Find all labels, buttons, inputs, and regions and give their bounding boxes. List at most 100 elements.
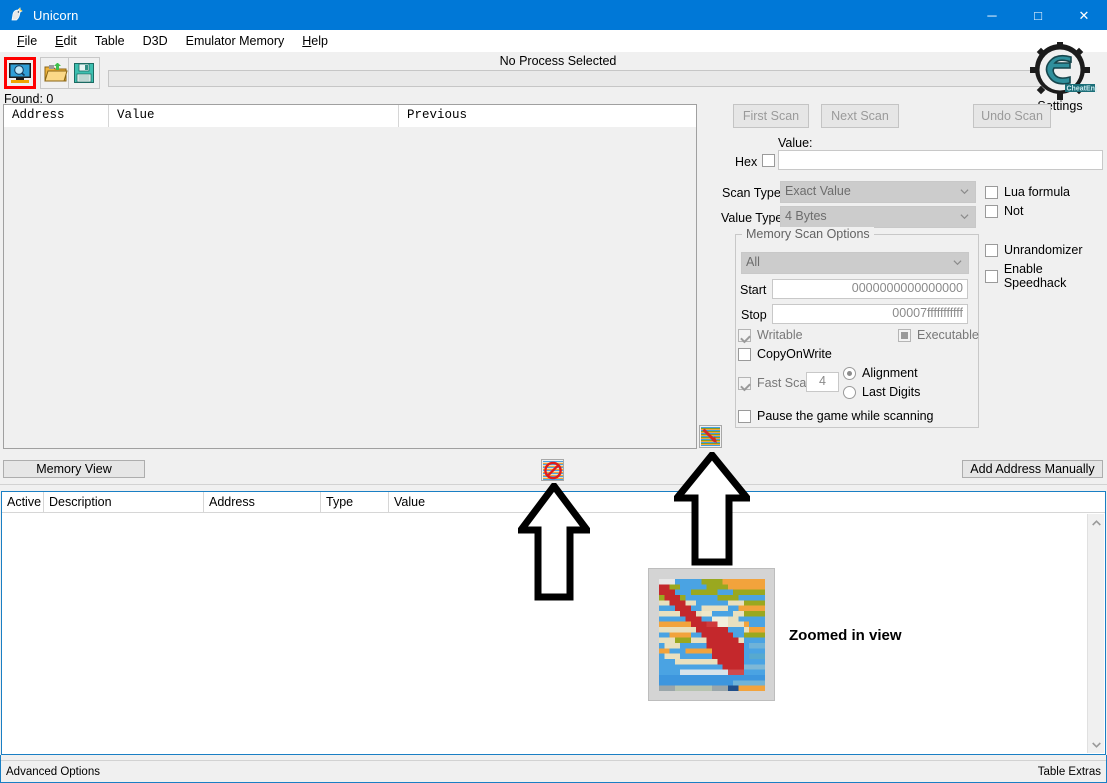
first-scan-button[interactable]: First Scan xyxy=(733,104,809,128)
minimize-button[interactable]: ─ xyxy=(969,0,1015,30)
value-type-label: Value Type xyxy=(721,211,783,225)
menu-item-table[interactable]: Table xyxy=(86,32,134,50)
table-extras-button[interactable]: Table Extras xyxy=(1038,766,1101,778)
memory-region-select[interactable]: All xyxy=(741,252,969,274)
undo-scan-button[interactable]: Undo Scan xyxy=(973,104,1051,128)
zoomed-in-view-frame xyxy=(648,568,775,701)
last-digits-row[interactable]: Last Digits xyxy=(843,385,920,399)
menu-item-emulator-memory[interactable]: Emulator Memory xyxy=(177,32,294,50)
executable-checkbox[interactable] xyxy=(898,328,911,342)
menu-item-file[interactable]: FFileile xyxy=(8,32,46,50)
value-type-select[interactable]: 4 Bytes xyxy=(780,206,976,228)
not-row[interactable]: Not xyxy=(985,204,1023,218)
executable-row[interactable]: Executable xyxy=(898,328,979,342)
open-process-button[interactable] xyxy=(4,57,36,89)
process-label: No Process Selected xyxy=(499,54,617,68)
lua-formula-row[interactable]: Lua formula xyxy=(985,185,1070,199)
no-entry-overlay-icon[interactable] xyxy=(541,459,564,481)
cheat-engine-logo-icon: CheatEngine xyxy=(1030,42,1107,100)
cheat-table-scrollbar[interactable] xyxy=(1087,514,1104,753)
close-button[interactable]: ✕ xyxy=(1061,0,1107,30)
next-scan-button[interactable]: Next Scan xyxy=(821,104,899,128)
cheat-column-type[interactable]: Type xyxy=(321,492,389,513)
results-body[interactable] xyxy=(4,127,696,448)
enable-speedhack-label: Enable Speedhack xyxy=(1003,262,1067,290)
menu-item-d3d[interactable]: D3D xyxy=(134,32,177,50)
status-bar: Advanced Options Table Extras xyxy=(1,760,1106,782)
colorful-arrow-icon[interactable] xyxy=(699,425,722,448)
scroll-up-arrow-icon[interactable] xyxy=(1088,514,1104,531)
scan-type-value: Exact Value xyxy=(785,184,851,198)
menu-item-help[interactable]: Help xyxy=(293,32,337,50)
scan-results-list[interactable]: Address Value Previous xyxy=(3,104,697,449)
not-checkbox[interactable] xyxy=(985,204,998,218)
value-type-value: 4 Bytes xyxy=(785,209,827,223)
not-label: Not xyxy=(1004,204,1024,218)
enable-speedhack-row[interactable]: Enable Speedhack xyxy=(985,262,1107,290)
zoomed-in-view-image xyxy=(658,578,765,691)
chevron-down-icon xyxy=(960,189,969,195)
alignment-label: Alignment xyxy=(862,366,918,380)
unicorn-icon xyxy=(9,7,25,23)
hex-label: Hex xyxy=(735,155,758,169)
stop-label: Stop xyxy=(741,308,767,322)
stop-address-input[interactable]: 00007fffffffffff xyxy=(772,304,968,324)
results-column-value[interactable]: Value xyxy=(109,105,399,127)
writable-checkbox[interactable] xyxy=(738,328,751,342)
lua-formula-checkbox[interactable] xyxy=(985,185,998,199)
title-bar: Unicorn ─ □ ✕ xyxy=(0,0,1107,30)
alignment-radio[interactable] xyxy=(843,366,856,380)
pause-game-checkbox[interactable] xyxy=(738,409,751,423)
scan-type-label: Scan Type xyxy=(722,186,781,200)
cheat-column-description[interactable]: Description xyxy=(44,492,204,513)
start-label: Start xyxy=(740,283,767,297)
alignment-row[interactable]: Alignment xyxy=(843,366,918,380)
settings-button[interactable]: CheatEngine Settings xyxy=(1021,42,1107,113)
scroll-down-arrow-icon[interactable] xyxy=(1088,736,1104,753)
copyonwrite-row[interactable]: CopyOnWrite xyxy=(738,347,832,361)
unrandomizer-checkbox[interactable] xyxy=(985,243,998,257)
fast-scan-checkbox[interactable] xyxy=(738,376,751,390)
unrandomizer-label: Unrandomizer xyxy=(1004,243,1083,257)
enable-speedhack-checkbox[interactable] xyxy=(985,269,998,283)
save-table-button[interactable] xyxy=(68,57,100,89)
last-digits-radio[interactable] xyxy=(843,385,856,399)
value-input[interactable] xyxy=(778,150,1103,170)
chevron-down-icon xyxy=(960,214,969,220)
fast-scan-value-input[interactable]: 4 xyxy=(806,372,839,392)
cheat-column-address[interactable]: Address xyxy=(204,492,321,513)
zoomed-in-view-label: Zoomed in view xyxy=(789,627,902,644)
fast-scan-row[interactable]: Fast Scan xyxy=(738,376,813,390)
monitor-magnifier-icon xyxy=(9,63,31,83)
pause-game-row[interactable]: Pause the game while scanning xyxy=(738,409,934,423)
last-digits-label: Last Digits xyxy=(862,385,921,399)
copyonwrite-checkbox[interactable] xyxy=(738,347,751,361)
memory-view-button[interactable]: Memory View xyxy=(3,460,145,478)
window-controls: ─ □ ✕ xyxy=(969,0,1107,30)
start-address-input[interactable]: 0000000000000000 xyxy=(772,279,968,299)
floppy-disk-icon xyxy=(74,63,94,83)
results-header-row: Address Value Previous xyxy=(4,105,696,127)
annotation-arrow-right xyxy=(674,452,750,566)
maximize-button[interactable]: □ xyxy=(1015,0,1061,30)
copyonwrite-label: CopyOnWrite xyxy=(757,347,832,361)
advanced-options-button[interactable]: Advanced Options xyxy=(6,766,100,778)
annotation-arrow-left xyxy=(518,483,590,601)
results-column-previous[interactable]: Previous xyxy=(399,105,696,127)
lua-formula-label: Lua formula xyxy=(1004,185,1071,199)
results-column-address[interactable]: Address xyxy=(4,105,109,127)
open-folder-icon xyxy=(44,63,68,82)
scan-type-select[interactable]: Exact Value xyxy=(780,181,976,203)
executable-label: Executable xyxy=(917,328,979,342)
add-address-manually-button[interactable]: Add Address Manually xyxy=(962,460,1103,478)
menu-bar: FFileile Edit Table D3D Emulator Memory … xyxy=(0,30,1107,52)
cheat-column-active[interactable]: Active xyxy=(2,492,44,513)
process-progress-bar xyxy=(108,70,1043,87)
value-label: Value: xyxy=(778,136,813,150)
unrandomizer-row[interactable]: Unrandomizer xyxy=(985,243,1083,257)
memory-scan-options-title: Memory Scan Options xyxy=(742,227,874,241)
menu-item-edit[interactable]: Edit xyxy=(46,32,86,50)
window-title: Unicorn xyxy=(33,7,79,23)
writable-row[interactable]: Writable xyxy=(738,328,803,342)
hex-checkbox[interactable] xyxy=(762,154,775,167)
